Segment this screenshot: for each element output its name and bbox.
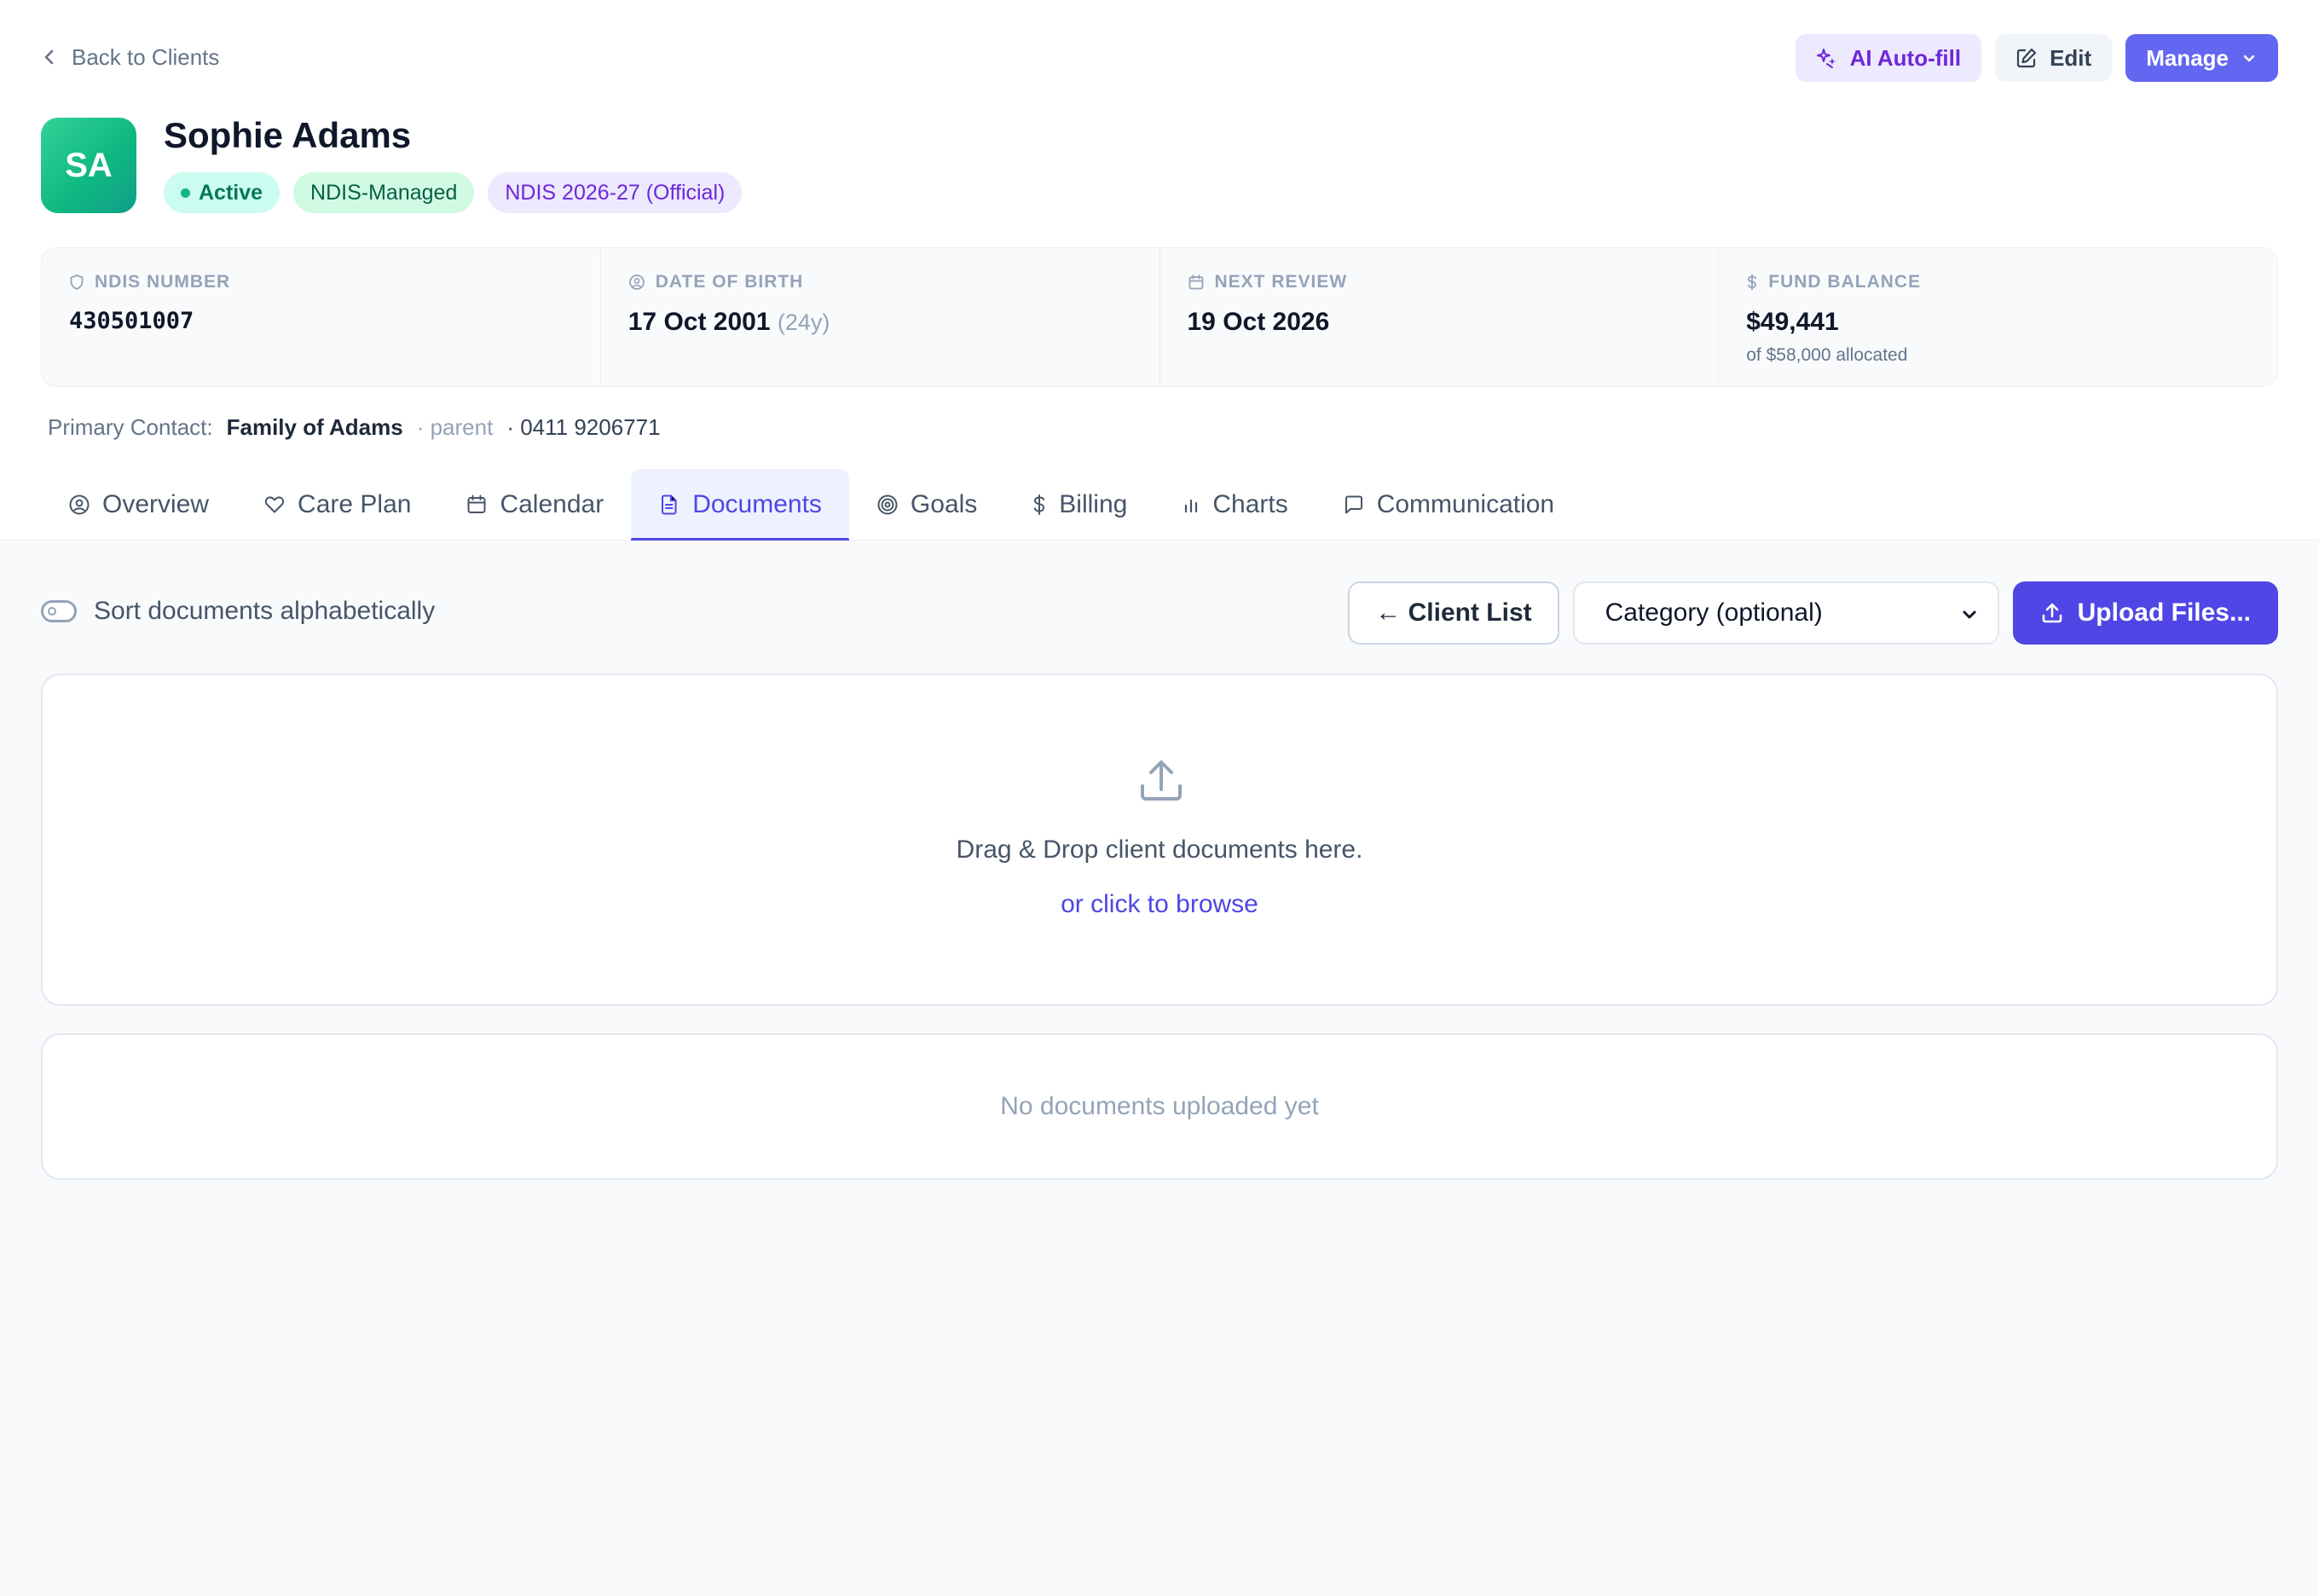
- dob-value: 17 Oct 2001: [627, 308, 771, 336]
- primary-contact-relationship: · parent: [416, 414, 494, 440]
- category-select[interactable]: Category (optional): [1572, 581, 1999, 645]
- client-list-button[interactable]: ← Client List: [1348, 581, 1559, 645]
- dob-label: DATE OF BIRTH: [655, 272, 804, 292]
- client-header: Back to Clients AI Auto-fill Edit Manage…: [0, 0, 2319, 541]
- tab-label: Care Plan: [298, 490, 412, 518]
- tab-calendar[interactable]: Calendar: [438, 469, 631, 541]
- sparkles-icon: [1816, 47, 1838, 69]
- dob-value-row: 17 Oct 2001 (24y): [628, 308, 1132, 337]
- stat-date-of-birth: DATE OF BIRTH 17 Oct 2001 (24y): [601, 248, 1160, 386]
- ndis-number-label: NDIS NUMBER: [95, 272, 231, 292]
- tab-charts[interactable]: Charts: [1154, 469, 1315, 541]
- client-stats-card: NDIS NUMBER 430501007 DATE OF BIRTH 17 O…: [41, 247, 2278, 387]
- shield-icon: [69, 274, 84, 291]
- client-tabs: Overview Care Plan Calendar Documents Go…: [41, 469, 1582, 541]
- tab-label: Goals: [910, 490, 978, 518]
- tab-goals[interactable]: Goals: [849, 469, 1004, 541]
- document-dropzone[interactable]: Drag & Drop client documents here. or cl…: [41, 674, 2278, 1006]
- client-avatar: SA: [41, 118, 136, 213]
- next-review-label: NEXT REVIEW: [1214, 272, 1348, 292]
- plan-badge: NDIS 2026-27 (Official): [488, 172, 743, 213]
- tab-care-plan[interactable]: Care Plan: [236, 469, 438, 541]
- header-actions: AI Auto-fill Edit Manage: [1795, 34, 2278, 82]
- chevron-down-icon: [1960, 605, 1979, 624]
- document-icon: [658, 494, 680, 516]
- dollar-icon: [1746, 274, 1758, 291]
- ai-autofill-label: AI Auto-fill: [1849, 44, 1962, 71]
- stat-label: DATE OF BIRTH: [628, 272, 1132, 292]
- dropzone-instructions: Drag & Drop client documents here.: [956, 836, 1363, 864]
- primary-contact: Primary Contact: Family of Adams · paren…: [48, 414, 661, 441]
- upload-files-label: Upload Files...: [2077, 598, 2251, 627]
- status-badge: Active: [164, 172, 280, 213]
- message-icon: [1343, 494, 1365, 516]
- status-dot: [181, 188, 190, 198]
- tab-communication[interactable]: Communication: [1316, 469, 1582, 541]
- back-link-label: Back to Clients: [72, 43, 220, 70]
- fund-balance-label: FUND BALANCE: [1768, 272, 1922, 292]
- sort-alphabetically-toggle[interactable]: Sort documents alphabetically: [41, 597, 435, 626]
- chevron-down-icon: [2241, 49, 2258, 66]
- documents-toolbar: ← Client List Category (optional) Upload…: [1348, 581, 2278, 645]
- calendar-icon: [1188, 274, 1205, 291]
- stat-next-review: NEXT REVIEW 19 Oct 2026: [1160, 248, 1720, 386]
- age-value: (24y): [777, 309, 830, 335]
- bar-chart-icon: [1182, 494, 1200, 516]
- upload-icon: [1136, 755, 1187, 807]
- primary-contact-name: Family of Adams: [226, 414, 403, 440]
- tab-label: Billing: [1059, 490, 1128, 518]
- calendar-icon: [466, 494, 488, 516]
- stat-fund-balance: FUND BALANCE $49,441 of $58,000 allocate…: [1719, 248, 2277, 386]
- browse-files-link[interactable]: or click to browse: [43, 890, 2276, 919]
- back-to-clients-link[interactable]: Back to Clients: [43, 43, 219, 72]
- documents-panel: Sort documents alphabetically ← Client L…: [0, 541, 2319, 1596]
- edit-button[interactable]: Edit: [1995, 34, 2113, 82]
- tab-documents[interactable]: Documents: [631, 469, 849, 541]
- user-circle-icon: [68, 494, 90, 516]
- tab-label: Calendar: [500, 490, 604, 518]
- tab-label: Charts: [1212, 490, 1288, 518]
- status-badge-label: Active: [199, 180, 263, 205]
- toggle-switch[interactable]: [41, 600, 77, 622]
- primary-contact-label: Primary Contact:: [48, 414, 213, 440]
- tab-label: Overview: [102, 490, 210, 518]
- upload-files-button[interactable]: Upload Files...: [2012, 581, 2278, 645]
- ai-autofill-button[interactable]: AI Auto-fill: [1795, 34, 1982, 82]
- manage-dropdown-button[interactable]: Manage: [2125, 34, 2278, 82]
- tab-label: Communication: [1376, 490, 1555, 518]
- toggle-knob: [48, 607, 56, 616]
- management-badge: NDIS-Managed: [293, 172, 475, 213]
- client-badges: Active NDIS-Managed NDIS 2026-27 (Offici…: [164, 172, 743, 213]
- empty-state-text: No documents uploaded yet: [1000, 1092, 1319, 1120]
- heart-icon: [263, 494, 286, 516]
- category-select-value: Category (optional): [1605, 598, 1823, 627]
- primary-contact-phone[interactable]: · 0411 9206771: [506, 414, 660, 441]
- target-icon: [876, 494, 899, 516]
- chevron-left-icon: [43, 47, 56, 67]
- stat-label: FUND BALANCE: [1746, 272, 2250, 292]
- fund-allocated-note: of $58,000 allocated: [1746, 345, 1908, 365]
- tab-billing[interactable]: Billing: [1004, 469, 1154, 541]
- stat-label: NDIS NUMBER: [69, 272, 573, 292]
- ndis-number-value: 430501007: [69, 308, 194, 334]
- sort-toggle-label: Sort documents alphabetically: [94, 597, 436, 625]
- stat-label: NEXT REVIEW: [1188, 272, 1692, 292]
- client-name: Sophie Adams: [164, 115, 412, 155]
- user-circle-icon: [628, 274, 645, 291]
- dollar-icon: [1032, 494, 1047, 516]
- tab-label: Documents: [692, 490, 822, 518]
- next-review-value: 19 Oct 2026: [1187, 308, 1330, 336]
- upload-icon: [2040, 601, 2064, 625]
- documents-empty-state: No documents uploaded yet: [41, 1033, 2278, 1180]
- edit-icon: [2015, 47, 2038, 69]
- tab-overview[interactable]: Overview: [41, 469, 236, 541]
- edit-label: Edit: [2050, 44, 2092, 71]
- stat-ndis-number: NDIS NUMBER 430501007: [42, 248, 601, 386]
- manage-label: Manage: [2146, 44, 2229, 71]
- fund-balance-value: $49,441: [1746, 308, 1839, 336]
